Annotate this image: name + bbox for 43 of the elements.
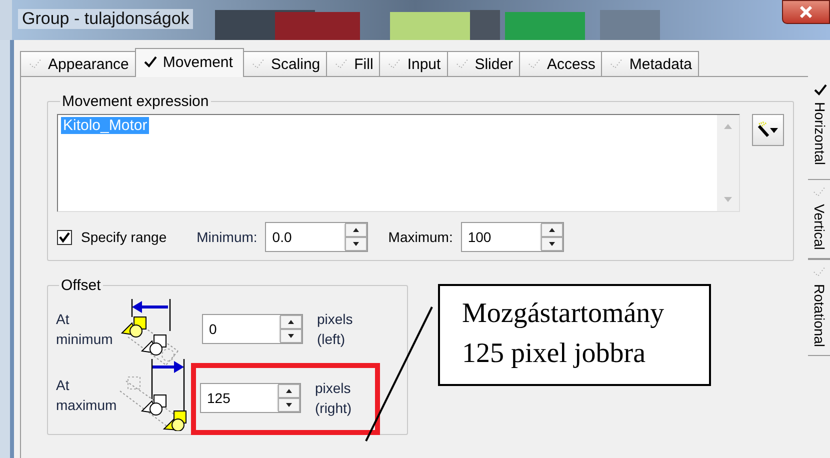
window-title: Group - tulajdonságok <box>18 9 194 29</box>
tab-label: Fill <box>354 56 374 72</box>
tab-label: Metadata <box>629 56 692 72</box>
tab-label: Access <box>547 56 596 72</box>
close-icon <box>800 6 812 18</box>
tab-label: Rotational <box>812 284 828 347</box>
tab-label: Movement <box>162 54 233 70</box>
tab[interactable]: Scaling <box>242 51 328 76</box>
side-tab[interactable]: Rotational <box>808 258 830 356</box>
tab[interactable]: Fill <box>326 51 380 76</box>
tab-label: Slider <box>474 56 514 72</box>
tab[interactable]: Access <box>519 51 602 76</box>
scrollbar[interactable] <box>717 115 739 211</box>
tab[interactable]: Metadata <box>601 51 699 76</box>
offset-right-drawing <box>118 359 188 431</box>
side-tab[interactable]: Vertical <box>808 179 830 259</box>
unit-label: pixels (left) <box>317 310 354 349</box>
offset-label: At maximum <box>56 376 118 415</box>
wand-button[interactable] <box>752 114 784 146</box>
group-legend: Offset <box>59 277 103 294</box>
offset-label: At minimum <box>56 310 114 349</box>
tab-label: Horizontal <box>812 102 828 166</box>
callout-box: Mozgástartomány 125 pixel jobbra <box>438 284 711 386</box>
close-button[interactable] <box>782 0 830 24</box>
maximum-label: Maximum: <box>388 229 453 245</box>
tab-label: Appearance <box>48 56 129 72</box>
minimum-label: Minimum: <box>196 229 258 245</box>
tab-label: Vertical <box>812 204 828 250</box>
spin-buttons[interactable] <box>540 223 563 251</box>
tab[interactable]: Slider <box>446 51 520 76</box>
checkbox-label: Specify range <box>81 229 167 245</box>
wand-icon <box>756 120 780 140</box>
spin-buttons[interactable] <box>278 384 300 412</box>
spin-buttons[interactable] <box>345 223 368 251</box>
tab[interactable]: Input <box>379 51 448 76</box>
tab-label: Scaling <box>270 56 320 72</box>
group-legend: Movement expression <box>60 93 211 110</box>
unit-label: pixels (right) <box>315 379 353 418</box>
tab[interactable]: Movement <box>134 48 244 77</box>
tab-label: Input <box>407 56 441 72</box>
spin-buttons[interactable] <box>280 315 302 343</box>
checkbox[interactable] <box>57 230 72 244</box>
tab[interactable]: Appearance <box>20 51 136 76</box>
